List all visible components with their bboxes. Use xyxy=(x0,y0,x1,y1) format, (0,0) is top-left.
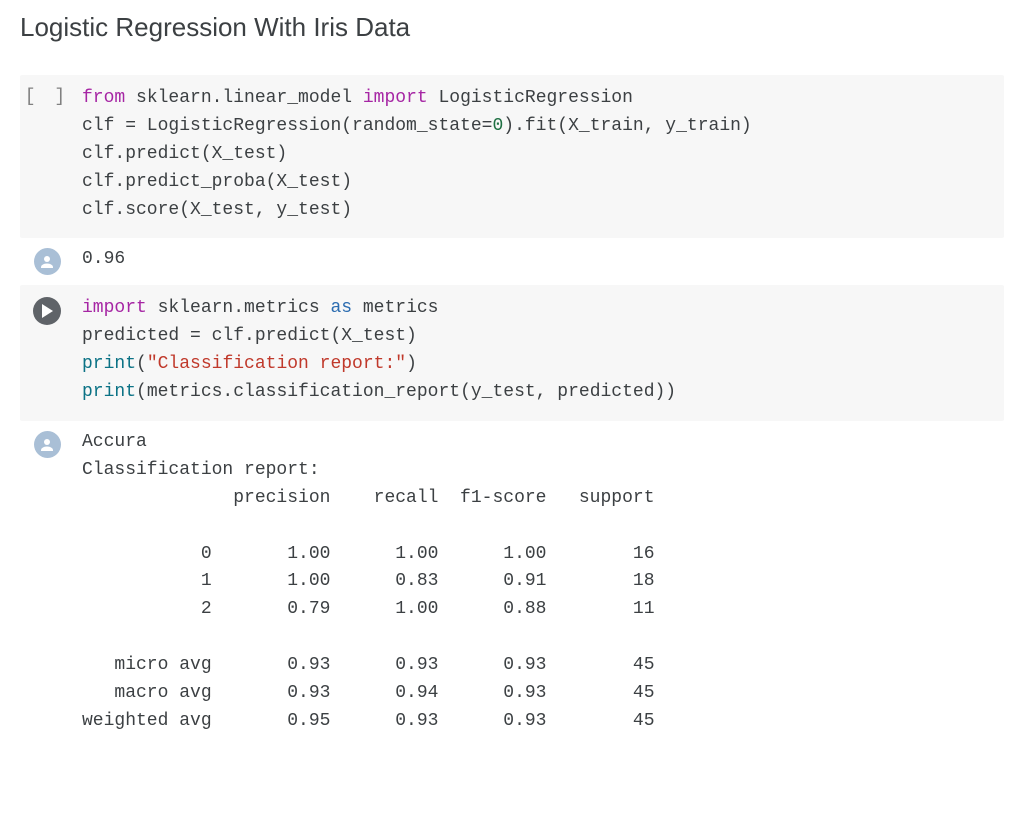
code-text: ) xyxy=(406,354,417,374)
number-literal: 0 xyxy=(492,116,503,136)
code-text: clf.score(X_test, y_test) xyxy=(82,200,352,220)
play-icon xyxy=(41,304,53,318)
code-text: ).fit(X_train, y_train) xyxy=(503,116,751,136)
code-text: clf.predict(X_test) xyxy=(82,144,287,164)
code-text: sklearn.linear_model xyxy=(125,88,363,108)
code-text: clf.predict_proba(X_test) xyxy=(82,172,352,192)
user-avatar-icon xyxy=(34,431,61,458)
code-cell-1-code[interactable]: from sklearn.linear_model import Logisti… xyxy=(74,85,1004,224)
code-text: ( xyxy=(136,354,147,374)
output-text-2: Accura Classification report: precision … xyxy=(74,429,1004,736)
keyword-from: from xyxy=(82,88,125,108)
string-literal: "Classification report:" xyxy=(147,354,406,374)
code-text: clf = LogisticRegression(random_state= xyxy=(82,116,492,136)
output-cell-2: Accura Classification report: precision … xyxy=(20,421,1004,740)
code-text: LogisticRegression xyxy=(428,88,633,108)
run-bracket-icon[interactable]: [ ] xyxy=(25,87,69,107)
output-cell-1: 0.96 xyxy=(20,238,1004,279)
output-text-1: 0.96 xyxy=(74,246,1004,274)
run-button[interactable] xyxy=(33,297,61,325)
code-text: (metrics.classification_report(y_test, p… xyxy=(136,382,676,402)
fn-print: print xyxy=(82,354,136,374)
section-title: Logistic Regression With Iris Data xyxy=(20,12,1004,43)
keyword-import: import xyxy=(363,88,428,108)
keyword-as: as xyxy=(330,298,352,318)
user-avatar-icon xyxy=(34,248,61,275)
code-cell-2-code[interactable]: import sklearn.metrics as metrics predic… xyxy=(74,295,1004,407)
fn-print: print xyxy=(82,382,136,402)
code-cell-2[interactable]: import sklearn.metrics as metrics predic… xyxy=(20,285,1004,421)
code-text: predicted = clf.predict(X_test) xyxy=(82,326,417,346)
code-text: sklearn.metrics xyxy=(147,298,331,318)
keyword-import: import xyxy=(82,298,147,318)
code-cell-1[interactable]: [ ] from sklearn.linear_model import Log… xyxy=(20,75,1004,238)
code-text: metrics xyxy=(352,298,438,318)
